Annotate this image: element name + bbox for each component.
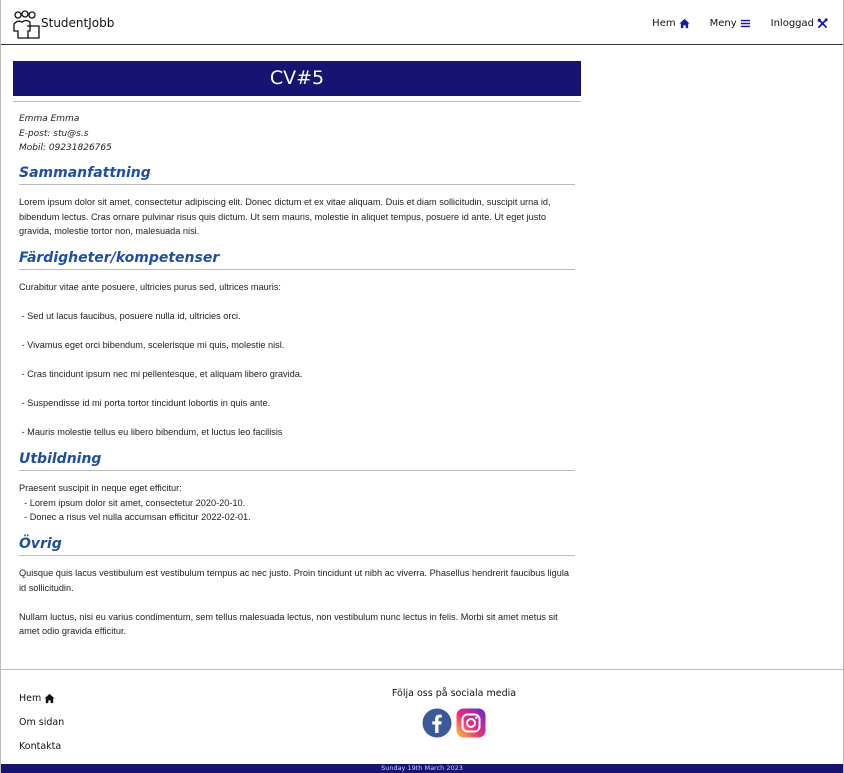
top-navbar: StudentJobb Hem Meny Inloggad — [1, 0, 843, 45]
nav-logged-in[interactable]: Inloggad — [771, 18, 828, 29]
nav-home-label: Hem — [652, 18, 676, 29]
divider — [13, 101, 581, 102]
footer-link-home[interactable]: Hem — [19, 686, 64, 710]
logo-text: StudentJobb — [41, 16, 115, 30]
footer-link-about[interactable]: Om sidan — [19, 710, 64, 734]
skills-item: - Cras tincidunt ipsum nec mi pellentesq… — [19, 369, 303, 379]
footer-date-bar: Sunday 19th March 2023 — [1, 764, 843, 773]
summary-heading: Sammanfattning — [19, 165, 575, 185]
education-line: - Donec a risus vel nulla accumsan effic… — [19, 512, 251, 522]
footer-links: Hem Om sidan Kontakta — [19, 686, 64, 758]
other-section: Övrig Quisque quis lacus vestibulum est … — [19, 536, 575, 653]
education-section: Utbildning Praesent suscipit in neque eg… — [19, 451, 575, 525]
tools-icon — [817, 18, 828, 29]
person-name: Emma Emma — [19, 114, 80, 124]
education-line: - Lorem ipsum dolor sit amet, consectetu… — [19, 497, 246, 508]
skills-item: - Vivamus eget orci bibendum, scelerisqu… — [19, 340, 285, 350]
nav-home[interactable]: Hem — [652, 18, 690, 29]
menu-icon — [740, 19, 750, 28]
social-icons — [381, 708, 527, 738]
cv-title: CV#5 — [13, 61, 581, 96]
summary-text: Lorem ipsum dolor sit amet, consectetur … — [19, 197, 551, 236]
footer-link-contact[interactable]: Kontakta — [19, 734, 64, 758]
skills-item: - Sed ut lacus faucibus, posuere nulla i… — [19, 311, 241, 321]
main-nav: Hem Meny Inloggad — [652, 18, 828, 29]
email-text: E-post: stu@s.s — [19, 128, 89, 139]
summary-section: Sammanfattning Lorem ipsum dolor sit ame… — [19, 165, 575, 239]
contact-info: Emma Emma E-post: stu@s.s Mobil: 0923182… — [19, 112, 112, 156]
footer-link-home-label: Hem — [19, 692, 42, 704]
social-media: Följa oss på sociala media — [381, 688, 527, 738]
home-icon — [44, 693, 55, 703]
footer-link-about-label: Om sidan — [19, 716, 65, 728]
education-line: Praesent suscipit in neque eget efficitu… — [19, 483, 182, 493]
people-group-icon — [13, 10, 40, 39]
home-icon — [679, 18, 690, 29]
instagram-icon[interactable] — [456, 708, 486, 738]
nav-menu-label: Meny — [709, 18, 737, 29]
mobile-text: Mobil: 09231826765 — [19, 143, 112, 153]
skills-item: - Mauris molestie tellus eu libero biben… — [19, 427, 283, 437]
nav-logged-in-label: Inloggad — [770, 18, 814, 29]
skills-item: - Suspendisse id mi porta tortor tincidu… — [19, 398, 271, 408]
other-heading: Övrig — [19, 536, 575, 556]
logo[interactable]: StudentJobb — [13, 10, 114, 40]
footer-date: Sunday 19th March 2023 — [381, 764, 463, 772]
skills-heading: Färdigheter/kompetenser — [19, 250, 575, 270]
other-paragraph: Quisque quis lacus vestibulum est vestib… — [19, 568, 570, 593]
facebook-icon[interactable] — [422, 708, 452, 738]
footer-link-contact-label: Kontakta — [19, 740, 62, 752]
education-heading: Utbildning — [19, 451, 575, 471]
nav-menu[interactable]: Meny — [710, 18, 751, 29]
skills-section: Färdigheter/kompetenser Curabitur vitae … — [19, 250, 575, 454]
footer-divider — [1, 669, 843, 670]
other-paragraph: Nullam luctus, nisi eu varius condimentu… — [19, 611, 558, 637]
skills-intro: Curabitur vitae ante posuere, ultricies … — [19, 282, 281, 292]
social-title: Följa oss på sociala media — [391, 688, 517, 699]
